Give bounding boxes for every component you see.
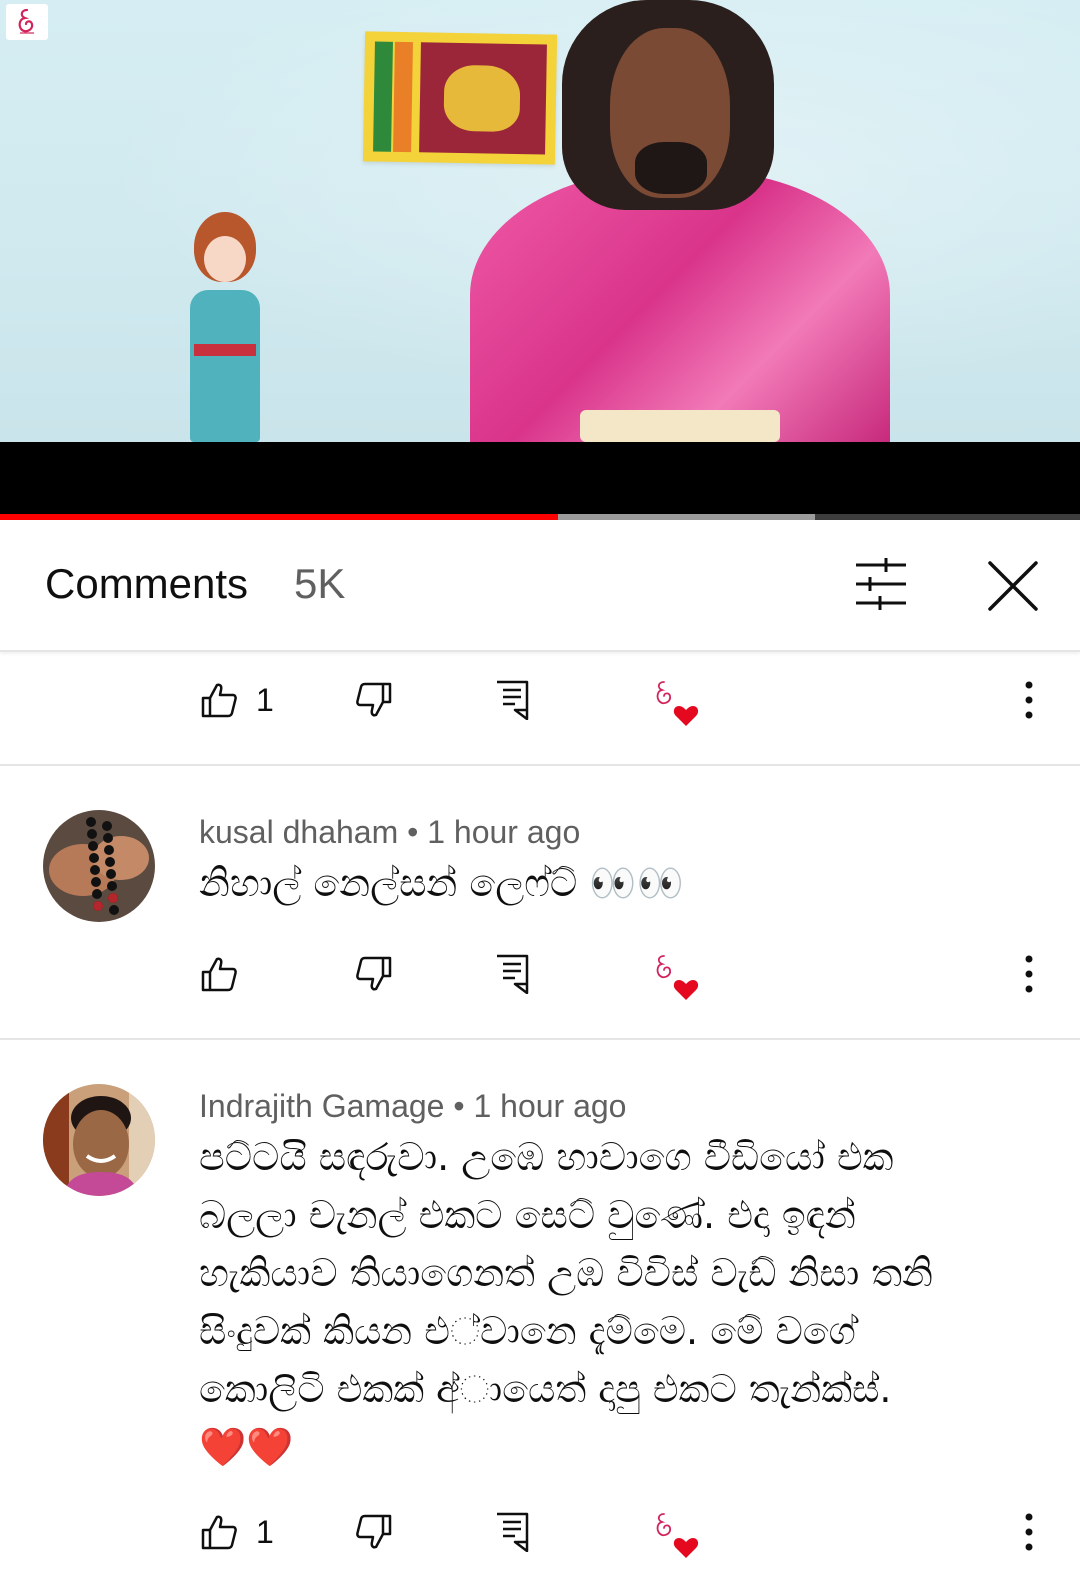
dislike-button[interactable] <box>355 1502 393 1562</box>
comment-text: නිහාල් නෙල්සන් ලෙෆ්ට් 👀👀 <box>199 861 684 905</box>
like-button[interactable]: 1 <box>200 670 274 730</box>
close-icon <box>988 561 1038 611</box>
comment-author[interactable]: kusal dhaham <box>199 814 398 850</box>
avatar[interactable] <box>43 810 155 922</box>
thumb-up-icon <box>201 957 237 992</box>
comments-header: Comments 5K <box>0 520 1080 652</box>
dislike-button[interactable] <box>355 670 393 730</box>
doll-picture <box>180 212 270 442</box>
thumb-down-icon <box>356 956 392 991</box>
comment-text-line: පට්ටයි සඳරුවා. උඹෙ හාවාගෙ වීඩියෝ එක <box>199 1135 894 1179</box>
comment-text-line: ❤️❤️ <box>199 1425 294 1469</box>
comment-thread: Indrajith Gamage • 1 hour ago පට්ටයි සඳර… <box>0 1040 1080 1570</box>
comment-text-line: සිංදුවක් කියන එ්වානෙ දැම්මෙ. මේ වගේ <box>199 1309 856 1353</box>
filter-icon <box>856 558 906 610</box>
comment-meta: kusal dhaham • 1 hour ago <box>199 814 580 851</box>
comment-text: පට්ටයි සඳරුවා. උඹෙ හාවාගෙ වීඩියෝ එක බලලා… <box>199 1128 1039 1476</box>
thumb-down-icon <box>356 682 392 717</box>
more-options-button[interactable] <box>1019 1502 1039 1562</box>
more-vert-icon <box>1025 1513 1033 1551</box>
comments-count: 5K <box>294 560 346 607</box>
comment-action-row <box>0 944 1080 1004</box>
comment-thread: kusal dhaham • 1 hour ago නිහාල් නෙල්සන්… <box>0 766 1080 1038</box>
more-options-button[interactable] <box>1019 670 1039 730</box>
meta-separator: • <box>453 1088 465 1124</box>
comment-thread: 1 <box>0 652 1080 766</box>
like-count: 1 <box>256 1513 274 1550</box>
thumb-down-icon <box>356 1514 392 1549</box>
creator-heart-icon <box>650 670 710 730</box>
meta-separator: • <box>407 814 419 850</box>
reply-button[interactable] <box>495 1502 529 1562</box>
thumb-up-icon <box>201 1515 237 1550</box>
presenter-picture <box>470 0 890 442</box>
dislike-button[interactable] <box>355 944 393 1004</box>
video-frame[interactable] <box>0 0 1080 442</box>
comment-text-line: කොලිටි එකක් අ්ායෙත් දාපු එකට තැන්ක්ස්. <box>199 1367 892 1411</box>
reply-button[interactable] <box>495 944 529 1004</box>
like-count: 1 <box>256 681 274 718</box>
comment-meta: Indrajith Gamage • 1 hour ago <box>199 1088 626 1125</box>
channel-watermark-logo <box>6 4 48 40</box>
comment-text-line: බලලා චැනල් එකට සෙට් වුණේ. එදා ඉඳන් <box>199 1193 856 1237</box>
reply-button[interactable] <box>495 670 529 730</box>
reply-icon <box>497 1512 529 1552</box>
creator-heart-icon <box>650 1502 710 1562</box>
comment-author[interactable]: Indrajith Gamage <box>199 1088 444 1124</box>
more-vert-icon <box>1025 681 1033 719</box>
comment-time: 1 hour ago <box>473 1088 627 1124</box>
player-letterbox <box>0 442 1080 520</box>
avatar[interactable] <box>43 1084 155 1196</box>
thumb-up-icon <box>201 683 237 718</box>
reply-icon <box>497 954 529 994</box>
more-options-button[interactable] <box>1019 944 1039 1004</box>
creator-heart-icon <box>650 944 710 1004</box>
comment-text-line: හැකියාව තියාගෙනත් උඹ විවිස් වැඩ් නිසා තන… <box>199 1251 934 1295</box>
comment-action-row: 1 <box>0 1502 1080 1562</box>
comments-title: Comments <box>45 560 249 607</box>
comment-time: 1 hour ago <box>427 814 581 850</box>
like-button[interactable] <box>200 944 256 1004</box>
close-button[interactable] <box>984 558 1042 614</box>
reply-icon <box>497 680 529 720</box>
more-vert-icon <box>1025 955 1033 993</box>
filter-button[interactable] <box>850 557 912 611</box>
like-button[interactable]: 1 <box>200 1502 274 1562</box>
comment-action-row: 1 <box>0 670 1080 730</box>
